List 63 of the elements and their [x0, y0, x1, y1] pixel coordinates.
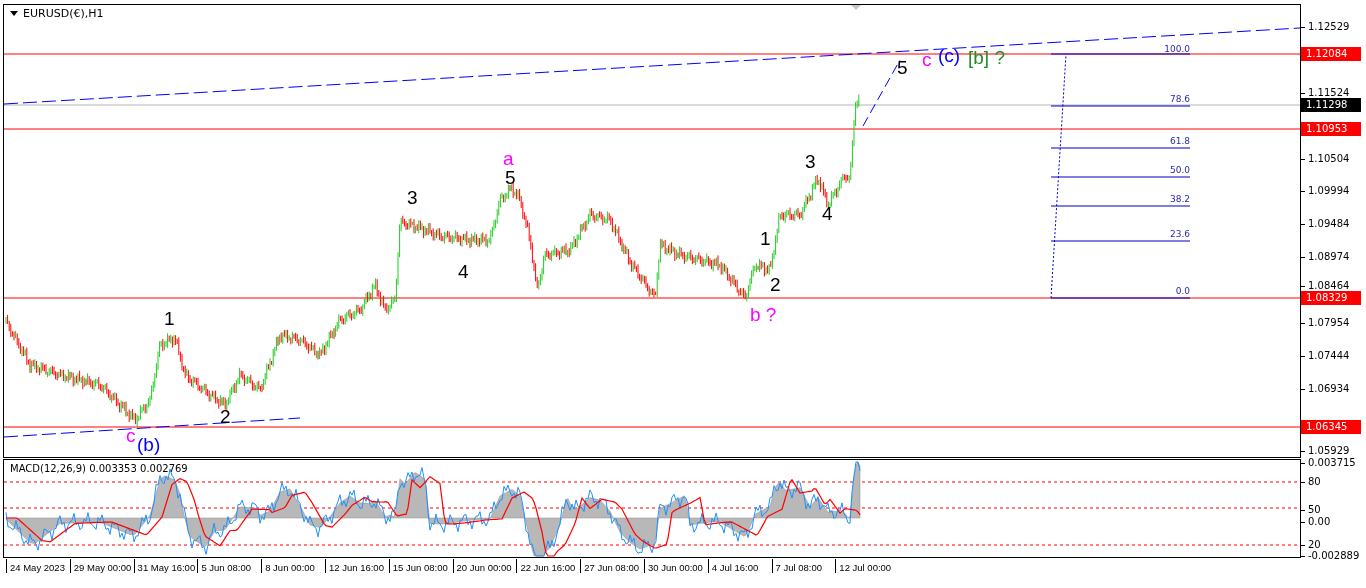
wave-label: 3 — [805, 152, 816, 172]
price-level-tag: 1.10953 — [1301, 122, 1361, 136]
macd-axis-label: 0.00 — [1301, 516, 1331, 528]
macd-axis-label: 0.003715 — [1301, 457, 1356, 469]
wave-label: c — [126, 426, 136, 446]
wave-label: 2 — [770, 275, 781, 295]
macd-title: MACD(12,26,9) 0.003353 0.002769 — [10, 463, 188, 474]
fib-level-label: 50.0 — [1169, 165, 1190, 175]
time-axis-label: 24 May 2023 — [6, 559, 70, 573]
macd-axis-label: 80 — [1301, 476, 1321, 488]
price-axis-label: 1.09484 — [1301, 218, 1350, 230]
chart-title: EURUSD(€),H1 — [23, 7, 104, 20]
time-axis-label: 30 Jun 00:00 — [643, 559, 708, 573]
time-axis-label: 8 Jun 00:00 — [261, 559, 325, 573]
wave-label: c — [922, 50, 932, 70]
time-axis-label: 27 Jun 08:00 — [580, 559, 644, 573]
fib-level-label: 23.6 — [1169, 229, 1190, 239]
wave-label: (c) — [938, 46, 961, 66]
price-level-tag: 1.12084 — [1301, 47, 1361, 61]
wave-label: a — [503, 149, 514, 169]
fib-level-label: 61.8 — [1169, 136, 1190, 146]
price-axis-label: 1.06934 — [1301, 383, 1350, 395]
shift-marker-icon — [851, 5, 861, 10]
price-axis-label: 1.07444 — [1301, 350, 1350, 362]
wave-label: 3 — [407, 188, 418, 208]
price-axis-label: 1.09994 — [1301, 185, 1350, 197]
fib-level-label: 0.0 — [1175, 286, 1190, 296]
wave-label: 4 — [822, 204, 833, 224]
macd-axis-label: -0.002889 — [1301, 550, 1360, 562]
price-level-tag: 1.08329 — [1301, 291, 1361, 305]
wave-label: 5 — [505, 168, 516, 188]
macd-axis-label: 50 — [1301, 504, 1321, 516]
time-axis-label: 7 Jul 08:00 — [771, 559, 836, 573]
time-axis-label: 4 Jul 16:00 — [707, 559, 772, 573]
time-axis-label: 31 May 16:00 — [133, 559, 198, 573]
price-axis-label: 1.08974 — [1301, 251, 1350, 263]
macd-axis-label: 20 — [1301, 539, 1321, 551]
wave-label: 4 — [458, 262, 469, 282]
time-axis-label: 12 Jun 16:00 — [325, 559, 389, 573]
wave-label: 1 — [760, 229, 771, 249]
dropdown-icon[interactable] — [10, 11, 18, 16]
price-level-tag: 1.06345 — [1301, 420, 1361, 434]
price-axis-label: 1.05929 — [1301, 445, 1350, 457]
price-axis-label: 1.11524 — [1301, 87, 1350, 99]
price-axis-label: 1.08464 — [1301, 280, 1350, 292]
fib-level-label: 38.2 — [1169, 194, 1190, 204]
price-level-tag: 1.11298 — [1301, 98, 1361, 112]
time-axis-label: 15 Jun 08:00 — [388, 559, 453, 573]
time-axis-label: 12 Jul 00:00 — [835, 559, 900, 573]
time-axis-label: 29 May 00:00 — [69, 559, 134, 573]
fib-level-label: 100.0 — [1164, 44, 1190, 54]
time-axis-label: 20 Jun 00:00 — [452, 559, 517, 573]
fib-level-label: 78.6 — [1169, 94, 1190, 104]
wave-label: 1 — [164, 309, 175, 329]
price-axis-label: 1.12529 — [1301, 21, 1350, 33]
wave-label: (b) — [137, 435, 161, 455]
price-axis-label: 1.07954 — [1301, 317, 1350, 329]
wave-label: 5 — [897, 58, 908, 78]
time-axis-label: 5 Jun 08:00 — [197, 559, 262, 573]
price-axis-label: 1.10504 — [1301, 153, 1350, 165]
time-axis-label: 22 Jun 16:00 — [516, 559, 581, 573]
wave-label: 2 — [220, 407, 231, 427]
wave-label: b ? — [750, 305, 777, 325]
